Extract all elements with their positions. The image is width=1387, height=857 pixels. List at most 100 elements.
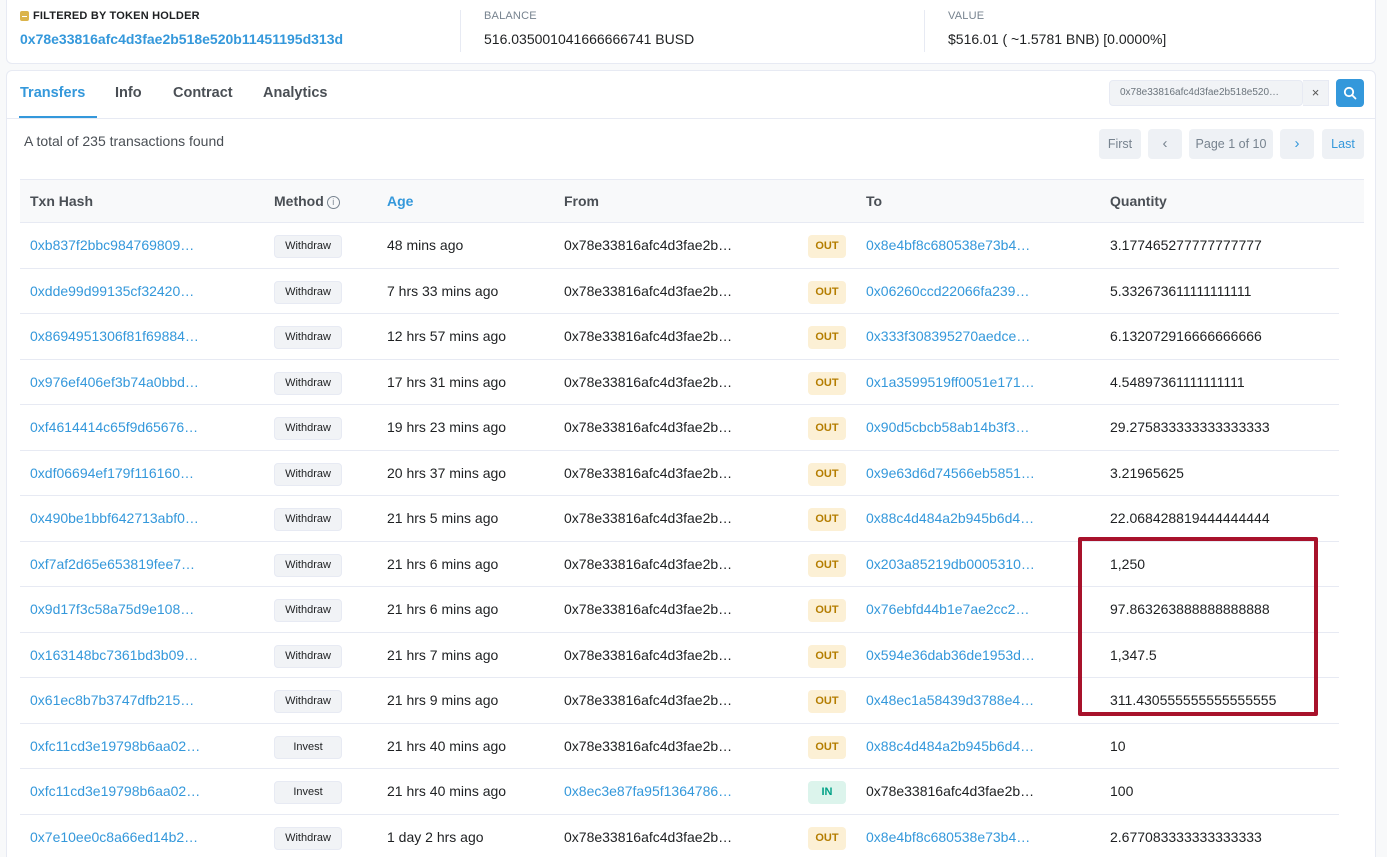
first-page-button[interactable]: First bbox=[1099, 129, 1141, 159]
method-badge: Withdraw bbox=[274, 235, 342, 258]
table-row: 0xfc11cd3e19798b6aa02… Invest 21 hrs 40 … bbox=[20, 769, 1339, 815]
txn-hash-link[interactable]: 0x8694951306f81f69884… bbox=[30, 328, 199, 344]
from-address: 0x78e33816afc4d3fae2b… bbox=[564, 828, 733, 845]
from-address: 0x78e33816afc4d3fae2b… bbox=[564, 282, 733, 299]
method-badge: Withdraw bbox=[274, 599, 342, 622]
from-address: 0x78e33816afc4d3fae2b… bbox=[564, 646, 733, 663]
age-text: 48 mins ago bbox=[387, 237, 464, 253]
to-address-link[interactable]: 0x333f308395270aedce… bbox=[866, 328, 1030, 344]
token-holder-summary: FILTERED BY TOKEN HOLDER 0x78e33816afc4d… bbox=[6, 0, 1376, 64]
to-address-link[interactable]: 0x90d5cbcb58ab14b3f3… bbox=[866, 419, 1029, 435]
method-badge: Withdraw bbox=[274, 690, 342, 713]
to-address: 0x78e33816afc4d3fae2b… bbox=[866, 783, 1035, 799]
to-address-link[interactable]: 0x88c4d484a2b945b6d4… bbox=[866, 738, 1034, 754]
method-badge: Withdraw bbox=[274, 280, 342, 304]
col-age-toggle[interactable]: Age bbox=[387, 193, 413, 209]
tab-bar: Transfers Info Contract Analytics 0x78e3… bbox=[7, 71, 1375, 119]
last-page-button[interactable]: Last bbox=[1322, 129, 1364, 159]
method-badge: Invest bbox=[274, 781, 342, 804]
quantity-value: 29.275833333333333333 bbox=[1110, 419, 1270, 435]
to-address-link[interactable]: 0x76ebfd44b1e7ae2cc2… bbox=[866, 601, 1029, 617]
to-address-link[interactable]: 0x203a85219db0005310… bbox=[866, 556, 1035, 572]
age-text: 21 hrs 5 mins ago bbox=[387, 510, 499, 526]
to-address-link[interactable]: 0x8e4bf8c680538e73b4… bbox=[866, 829, 1030, 845]
tab-transfers[interactable]: Transfers bbox=[20, 85, 85, 101]
txn-hash-link[interactable]: 0xdf06694ef179f116160… bbox=[30, 465, 194, 481]
method-badge: Withdraw bbox=[274, 508, 342, 531]
txn-hash-link[interactable]: 0x490be1bbf642713abf0… bbox=[30, 510, 199, 526]
txn-hash-link[interactable]: 0xf7af2d65e653819fee7… bbox=[30, 556, 195, 572]
active-tab-indicator bbox=[19, 116, 97, 118]
to-address-link[interactable]: 0x9e63d6d74566eb5851… bbox=[866, 465, 1035, 481]
divider bbox=[924, 10, 925, 52]
table-row: 0xdde99d99135cf32420… Withdraw 7 hrs 33 … bbox=[20, 269, 1339, 314]
age-text: 7 hrs 33 mins ago bbox=[387, 282, 499, 299]
table-row: 0x490be1bbf642713abf0… Withdraw 21 hrs 5… bbox=[20, 496, 1339, 542]
quantity-value: 6.132072916666666666 bbox=[1110, 328, 1262, 344]
transactions-table: Txn Hash Method i Age From To Quantity 0x… bbox=[20, 179, 1364, 857]
search-input[interactable]: 0x78e33816afc4d3fae2b518e520… bbox=[1109, 80, 1303, 106]
txn-hash-link[interactable]: 0xb837f2bbc984769809… bbox=[30, 237, 194, 253]
tab-analytics[interactable]: Analytics bbox=[263, 85, 327, 101]
col-quantity: Quantity bbox=[1110, 193, 1167, 209]
txn-hash-link[interactable]: 0x9d17f3c58a75d9e108… bbox=[30, 601, 194, 617]
direction-badge: OUT bbox=[808, 417, 846, 440]
quantity-value: 2.677083333333333333 bbox=[1110, 828, 1262, 845]
table-row: 0xf7af2d65e653819fee7… Withdraw 21 hrs 6… bbox=[20, 542, 1339, 587]
col-to: To bbox=[866, 193, 883, 209]
to-address-link[interactable]: 0x06260ccd22066fa239… bbox=[866, 283, 1029, 299]
method-badge: Withdraw bbox=[274, 826, 342, 850]
transfers-card: Transfers Info Contract Analytics 0x78e3… bbox=[6, 70, 1376, 857]
table-body: 0xb837f2bbc984769809… Withdraw 48 mins a… bbox=[20, 223, 1364, 857]
col-txn-hash: Txn Hash bbox=[30, 193, 94, 209]
filter-address-link[interactable]: 0x78e33816afc4d3fae2b518e520b11451195d31… bbox=[20, 31, 343, 47]
txn-hash-link[interactable]: 0xfc11cd3e19798b6aa02… bbox=[30, 783, 200, 799]
quantity-value: 97.863263888888888888 bbox=[1110, 601, 1270, 617]
direction-badge: OUT bbox=[808, 826, 846, 850]
direction-badge: OUT bbox=[808, 508, 846, 531]
prev-page-button[interactable]: ‹ bbox=[1148, 129, 1182, 159]
to-address-link[interactable]: 0x88c4d484a2b945b6d4… bbox=[866, 510, 1034, 526]
txn-hash-link[interactable]: 0xf4614414c65f9d65676… bbox=[30, 419, 198, 435]
age-text: 19 hrs 23 mins ago bbox=[387, 419, 507, 435]
clear-search-button[interactable]: × bbox=[1303, 80, 1329, 106]
table-header: Txn Hash Method i Age From To Quantity bbox=[20, 179, 1364, 223]
to-address-link[interactable]: 0x8e4bf8c680538e73b4… bbox=[866, 237, 1030, 253]
txn-hash-link[interactable]: 0x7e10ee0c8a66ed14b2… bbox=[30, 829, 198, 845]
value-label: VALUE bbox=[948, 10, 985, 22]
col-method: Method i bbox=[274, 193, 340, 209]
txn-hash-link[interactable]: 0xfc11cd3e19798b6aa02… bbox=[30, 738, 200, 754]
to-address-link[interactable]: 0x48ec1a58439d3788e4… bbox=[866, 692, 1034, 708]
txn-hash-link[interactable]: 0x61ec8b7b3747dfb215… bbox=[30, 692, 194, 708]
info-icon[interactable]: i bbox=[326, 196, 340, 209]
txn-hash-link[interactable]: 0xdde99d99135cf32420… bbox=[30, 283, 194, 299]
search-button[interactable] bbox=[1336, 79, 1364, 107]
direction-badge: OUT bbox=[808, 690, 846, 713]
from-address: 0x78e33816afc4d3fae2b… bbox=[564, 419, 733, 435]
quantity-value: 3.177465277777777777 bbox=[1110, 237, 1262, 253]
tab-contract[interactable]: Contract bbox=[173, 85, 233, 101]
age-text: 20 hrs 37 mins ago bbox=[387, 464, 507, 481]
from-address: 0x78e33816afc4d3fae2b… bbox=[564, 510, 733, 526]
age-text: 1 day 2 hrs ago bbox=[387, 828, 484, 845]
to-address-link[interactable]: 0x1a3599519ff0051e171… bbox=[866, 374, 1035, 390]
from-address-link[interactable]: 0x8ec3e87fa95f1364786… bbox=[564, 783, 732, 799]
page-indicator: Page 1 of 10 bbox=[1189, 129, 1273, 159]
age-text: 21 hrs 40 mins ago bbox=[387, 783, 507, 799]
txn-hash-link[interactable]: 0x976ef406ef3b74a0bbd… bbox=[30, 374, 199, 390]
direction-badge: IN bbox=[808, 781, 846, 804]
direction-badge: OUT bbox=[808, 599, 846, 622]
next-page-button[interactable]: › bbox=[1280, 129, 1314, 159]
tab-info[interactable]: Info bbox=[115, 85, 142, 101]
to-address-link[interactable]: 0x594e36dab36de1953d… bbox=[866, 647, 1035, 663]
txn-hash-link[interactable]: 0x163148bc7361bd3b09… bbox=[30, 647, 198, 663]
direction-badge: OUT bbox=[808, 644, 846, 668]
balance-column: BALANCE 516.035001041666666741 BUSD bbox=[484, 10, 694, 47]
method-badge: Withdraw bbox=[274, 553, 342, 577]
divider bbox=[460, 10, 461, 52]
table-row: 0x61ec8b7b3747dfb215… Withdraw 21 hrs 9 … bbox=[20, 678, 1339, 724]
from-address: 0x78e33816afc4d3fae2b… bbox=[564, 464, 733, 481]
lock-icon bbox=[20, 11, 29, 21]
quantity-value: 1,250 bbox=[1110, 555, 1146, 572]
balance-value: 516.035001041666666741 BUSD bbox=[484, 31, 695, 47]
